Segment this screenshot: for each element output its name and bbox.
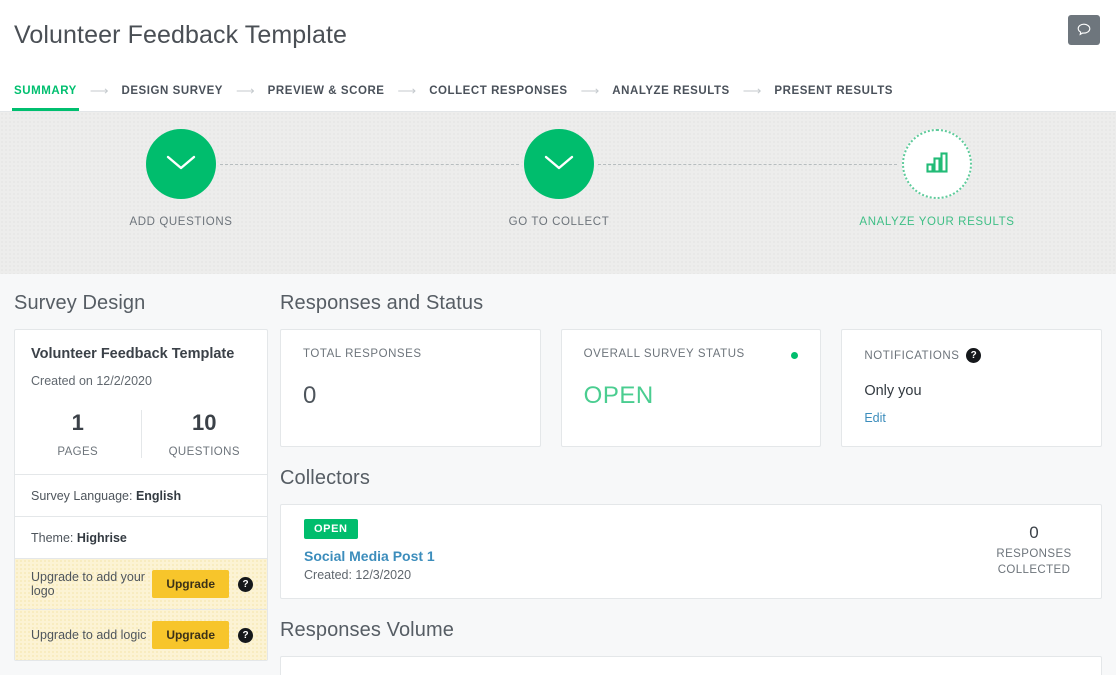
collector-row: OPEN Social Media Post 1 Created: 12/3/2… <box>280 504 1102 599</box>
overall-status-label: OVERALL SURVEY STATUS <box>583 348 745 360</box>
collector-count-label: RESPONSES COLLECTED <box>989 547 1079 578</box>
survey-design-heading: Survey Design <box>14 292 146 314</box>
status-cards: TOTAL RESPONSES 0 OVERALL SURVEY STATUS … <box>280 329 1103 447</box>
tab-label: COLLECT RESPONSES <box>429 84 568 97</box>
upgrade-logo-label: Upgrade to add your logo <box>31 570 145 598</box>
step-analyze-your-results[interactable]: ANALYZE YOUR RESULTS <box>857 129 1017 228</box>
help-icon[interactable]: ? <box>238 627 253 643</box>
upgrade-logic-label: Upgrade to add logic <box>31 628 147 642</box>
workflow-tabs: SUMMARY ⟶ DESIGN SURVEY ⟶ PREVIEW & SCOR… <box>0 70 1116 112</box>
feedback-button[interactable] <box>1068 15 1100 45</box>
tab-collect-responses[interactable]: COLLECT RESPONSES <box>427 70 569 111</box>
app-header: Volunteer Feedback Template <box>0 0 1116 70</box>
survey-design-card-header: Volunteer Feedback Template Created on 1… <box>15 330 267 388</box>
tab-label: PRESENT RESULTS <box>774 84 893 97</box>
collector-created-date: Created: 12/3/2020 <box>304 568 412 582</box>
step-add-questions[interactable]: ADD QUESTIONS <box>101 129 261 228</box>
collector-name-link[interactable]: Social Media Post 1 <box>304 548 989 564</box>
step-connector <box>598 164 897 165</box>
survey-language-label: Survey Language: <box>31 488 133 503</box>
tab-preview-and-score[interactable]: PREVIEW & SCORE <box>266 70 387 111</box>
responses-volume-card: No survey responses yetWhat is this? <box>280 656 1102 675</box>
stat-pages: 1 PAGES <box>15 410 141 458</box>
tab-arrow-icon: ⟶ <box>580 83 600 98</box>
collectors-heading: Collectors <box>280 467 370 489</box>
tab-label: PREVIEW & SCORE <box>267 84 385 97</box>
step-circle[interactable] <box>902 129 972 199</box>
tab-label: SUMMARY <box>14 84 77 97</box>
tab-label: DESIGN SURVEY <box>121 84 224 97</box>
upgrade-logic-button[interactable]: Upgrade <box>152 621 229 649</box>
step-circle[interactable] <box>146 129 216 199</box>
notifications-label: NOTIFICATIONS <box>864 349 960 362</box>
step-circle[interactable] <box>524 129 594 199</box>
tab-analyze-results[interactable]: ANALYZE RESULTS <box>610 70 732 111</box>
tab-arrow-icon: ⟶ <box>236 83 255 98</box>
progress-stepper: ADD QUESTIONS GO TO COLLECT ANALYZE YOUR… <box>0 112 1116 274</box>
upgrade-logic-row: Upgrade to add logic Upgrade ? <box>15 609 267 660</box>
step-label: ADD QUESTIONS <box>129 216 233 228</box>
survey-theme-value: Highrise <box>76 530 127 545</box>
help-icon[interactable]: ? <box>966 348 982 363</box>
collector-response-count: 0 RESPONSES COLLECTED <box>989 523 1079 578</box>
notifications-card: NOTIFICATIONS ? Only you Edit <box>841 329 1103 447</box>
survey-theme-label: Theme: <box>31 530 74 545</box>
step-label: GO TO COLLECT <box>508 216 610 228</box>
survey-created-date: Created on 12/2/2020 <box>31 374 152 388</box>
speech-bubble-icon <box>1076 22 1092 38</box>
page-title: Volunteer Feedback Template <box>14 20 348 49</box>
step-connector <box>220 164 519 165</box>
collector-info: OPEN Social Media Post 1 Created: 12/3/2… <box>303 519 989 582</box>
step-go-to-collect[interactable]: GO TO COLLECT <box>479 129 639 228</box>
tab-label: ANALYZE RESULTS <box>612 84 730 97</box>
stat-questions: 10 QUESTIONS <box>140 410 268 458</box>
survey-design-card: Volunteer Feedback Template Created on 1… <box>14 329 268 661</box>
survey-stats: 1 PAGES 10 QUESTIONS <box>15 388 267 474</box>
tab-present-results[interactable]: PRESENT RESULTS <box>772 70 895 111</box>
tab-summary[interactable]: SUMMARY <box>12 70 79 111</box>
main-content: Survey Design Volunteer Feedback Templat… <box>0 274 1116 675</box>
help-icon[interactable]: ? <box>238 576 253 592</box>
notifications-edit-link[interactable]: Edit <box>864 411 886 425</box>
stat-value: 10 <box>192 410 217 435</box>
total-responses-label: TOTAL RESPONSES <box>303 348 422 360</box>
tab-arrow-icon: ⟶ <box>89 83 109 98</box>
survey-design-panel: Survey Design Volunteer Feedback Templat… <box>0 274 280 675</box>
collector-count-value: 0 <box>1029 522 1039 542</box>
stat-label: QUESTIONS <box>168 446 240 458</box>
survey-language-row[interactable]: Survey Language: English <box>15 474 267 516</box>
survey-theme-row[interactable]: Theme: Highrise <box>15 516 267 558</box>
responses-status-heading: Responses and Status <box>280 292 484 314</box>
survey-name: Volunteer Feedback Template <box>31 346 235 362</box>
notifications-value: Only you <box>864 383 922 399</box>
check-icon <box>164 151 198 178</box>
step-label: ANALYZE YOUR RESULTS <box>859 216 1015 228</box>
tab-design-survey[interactable]: DESIGN SURVEY <box>119 70 225 111</box>
overall-status-value: OPEN <box>583 382 654 409</box>
responses-volume-heading: Responses Volume <box>280 619 454 641</box>
bar-chart-icon <box>923 148 951 181</box>
collector-count-label-line1: RESPONSES <box>996 547 1072 560</box>
upgrade-logo-row: Upgrade to add your logo Upgrade ? <box>15 558 267 609</box>
collector-count-label-line2: COLLECTED <box>997 563 1071 576</box>
total-responses-card: TOTAL RESPONSES 0 <box>280 329 541 447</box>
collector-status-badge: OPEN <box>304 519 358 539</box>
responses-panel: Responses and Status TOTAL RESPONSES 0 O… <box>280 274 1116 675</box>
notifications-label-wrap: NOTIFICATIONS ? <box>864 348 1083 363</box>
overall-status-card: OVERALL SURVEY STATUS OPEN <box>560 329 822 447</box>
tab-arrow-icon: ⟶ <box>742 83 762 98</box>
survey-language-value: English <box>135 488 182 503</box>
check-icon <box>542 151 576 178</box>
stat-value: 1 <box>71 410 84 435</box>
tab-arrow-icon: ⟶ <box>397 83 417 98</box>
total-responses-value: 0 <box>303 382 317 409</box>
upgrade-logo-button[interactable]: Upgrade <box>152 570 229 598</box>
stat-label: PAGES <box>57 446 99 458</box>
